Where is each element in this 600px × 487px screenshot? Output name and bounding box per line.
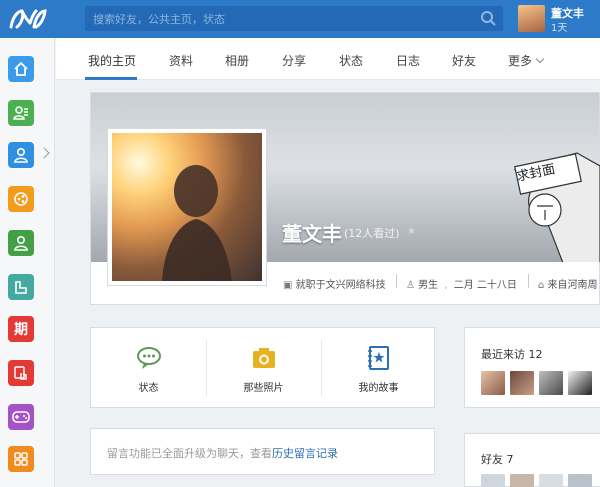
sidebar-touch-icon[interactable] <box>8 360 34 386</box>
profile-photo <box>112 133 262 281</box>
sidebar-profile-icon[interactable] <box>8 100 34 126</box>
gender-icon: ♙ <box>406 280 415 291</box>
status-bubble-icon <box>136 347 161 369</box>
profile-name: 董文丰 <box>282 222 342 246</box>
photos-label: 那些照片 <box>243 383 284 394</box>
search-input[interactable]: 搜索好友，公共主页，状态 <box>93 11 225 27</box>
friend-avatar[interactable] <box>481 474 505 487</box>
birthday-label: 二月 二十八日 <box>453 280 517 291</box>
story-label: 我的故事 <box>358 383 399 394</box>
left-sidebar: 期 <box>0 38 55 487</box>
visitor-avatar[interactable] <box>568 371 592 395</box>
tab-album[interactable]: 相册 <box>225 52 249 69</box>
quick-actions: 状态 那些照片 我的故事 <box>90 327 435 408</box>
friends-card: 好友 7 <box>464 433 600 487</box>
friend-avatar[interactable] <box>568 474 592 487</box>
sidebar-share-icon[interactable] <box>8 186 34 212</box>
tab-status[interactable]: 状态 <box>339 52 363 69</box>
gender-info: ♙ 男生 , 二月 二十八日 <box>406 280 517 291</box>
sidebar-period-glyph: 期 <box>14 322 28 338</box>
profile-nav: 我的主页 资料 相册 分享 状态 日志 好友 更多 <box>56 38 600 80</box>
friend-avatar[interactable] <box>539 474 563 487</box>
star-icon[interactable]: ★ <box>407 226 416 237</box>
divider <box>396 274 397 288</box>
hometown-label: 来自河南周 <box>547 280 598 291</box>
message-notice: 留言功能已全面升级为聊天，查看历史留言记录 <box>90 428 435 475</box>
search-icon[interactable] <box>480 10 497 27</box>
search-box[interactable]: 搜索好友，公共主页，状态 <box>85 6 503 31</box>
story-book-icon <box>367 346 389 370</box>
friends-title: 好友 7 <box>481 451 514 467</box>
friends-label: 好友 <box>481 453 503 466</box>
work-info: ▣ 就职于文兴网络科技 <box>283 276 386 291</box>
recent-visitors-label: 最近来访 <box>481 348 525 361</box>
message-text: 留言功能已全面升级为聊天，查看 <box>107 447 272 460</box>
status-label: 状态 <box>138 383 159 394</box>
user-sub: 1天 <box>551 23 568 34</box>
tab-more[interactable]: 更多 <box>508 52 545 69</box>
friend-avatar[interactable] <box>510 474 534 487</box>
hometown-info: ⌂ 来自河南周 <box>538 276 598 291</box>
sidebar-friends-icon[interactable] <box>8 142 34 168</box>
gender-label: 男生 <box>418 280 439 291</box>
recent-visitors-title: 最近来访 12 <box>481 346 543 362</box>
story-action[interactable]: 我的故事 <box>321 328 436 407</box>
home-icon: ⌂ <box>538 280 545 291</box>
history-messages-link[interactable]: 历史留言记录 <box>272 447 338 460</box>
visitor-avatar[interactable] <box>510 371 534 395</box>
visitor-avatar[interactable] <box>481 371 505 395</box>
sidebar-app-icon[interactable] <box>8 274 34 300</box>
camera-icon <box>252 348 275 368</box>
recent-visitors-count: 12 <box>528 348 543 361</box>
sidebar-expand-icon[interactable] <box>38 147 50 159</box>
sidebar-user-icon[interactable] <box>8 230 34 256</box>
profile-avatar[interactable] <box>107 128 267 286</box>
renren-logo[interactable] <box>8 7 48 31</box>
sidebar-game-icon[interactable] <box>8 404 34 430</box>
friends-count: 7 <box>506 453 514 466</box>
status-action[interactable]: 状态 <box>91 328 206 407</box>
visitor-avatar[interactable] <box>539 371 563 395</box>
chevron-down-icon <box>535 54 545 64</box>
photos-action[interactable]: 那些照片 <box>206 328 321 407</box>
divider <box>528 274 529 288</box>
active-tab-indicator <box>85 77 137 80</box>
briefcase-icon: ▣ <box>283 280 293 291</box>
sidebar-home-icon[interactable] <box>8 56 34 82</box>
visit-count[interactable]: (12人看过) <box>344 225 400 241</box>
sidebar-period-icon[interactable]: 期 <box>8 316 34 342</box>
user-avatar[interactable] <box>518 5 545 32</box>
tab-friends[interactable]: 好友 <box>452 52 476 69</box>
tab-share[interactable]: 分享 <box>282 52 306 69</box>
tab-home[interactable]: 我的主页 <box>88 52 136 69</box>
top-bar: 搜索好友，公共主页，状态 董文丰 1天 <box>0 0 600 38</box>
tab-profile[interactable]: 资料 <box>169 52 193 69</box>
tab-more-label: 更多 <box>508 54 533 68</box>
sidebar-apps-grid-icon[interactable] <box>8 446 34 472</box>
tab-blog[interactable]: 日志 <box>396 52 420 69</box>
work-label: 就职于文兴网络科技 <box>295 280 386 291</box>
recent-visitors-card: 最近来访 12 <box>464 327 600 408</box>
